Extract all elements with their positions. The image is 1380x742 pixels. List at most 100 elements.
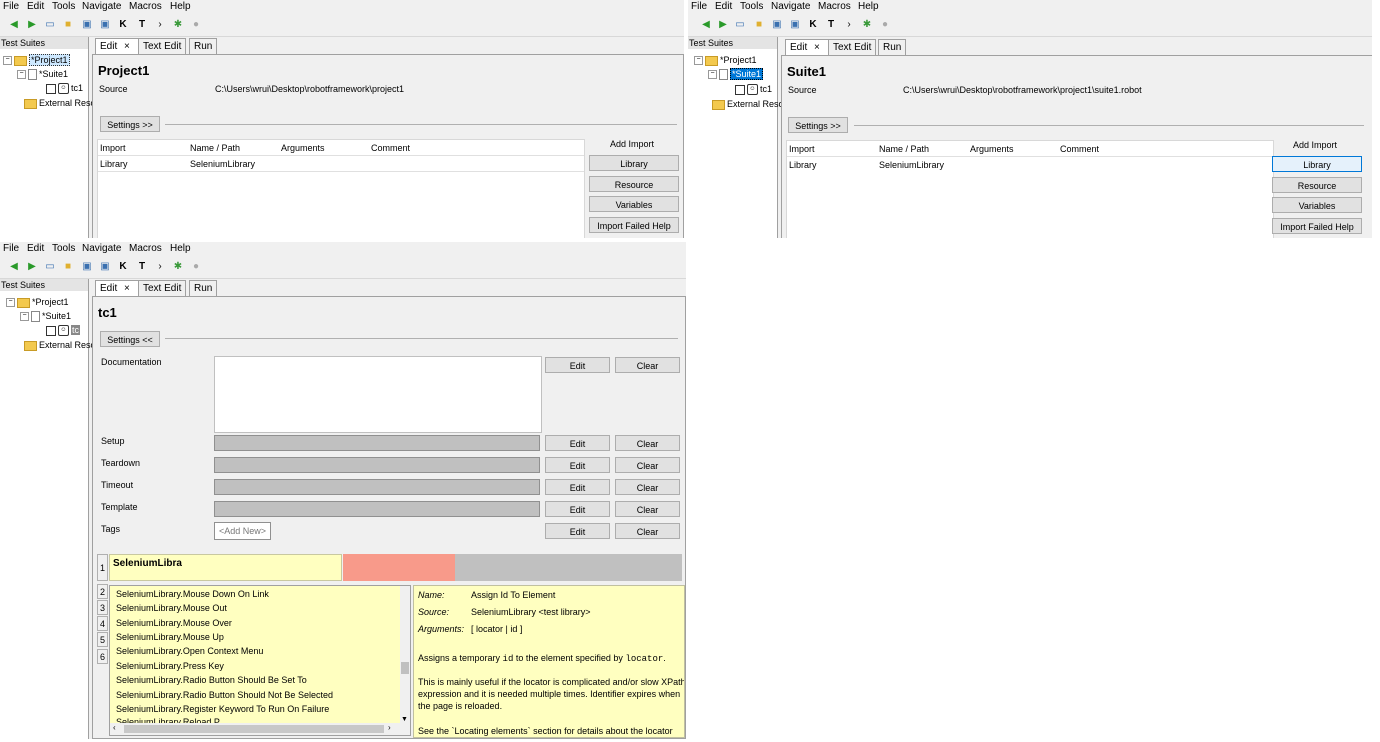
- menu-edit[interactable]: Edit: [715, 1, 732, 12]
- collapse-icon[interactable]: −: [17, 70, 26, 80]
- tab-text-edit[interactable]: Text Edit: [138, 280, 187, 296]
- step-keyword-cell[interactable]: SeleniumLibra: [109, 554, 342, 581]
- open-folder-icon[interactable]: ▭: [44, 261, 56, 273]
- back-arrow-icon[interactable]: ◀: [8, 261, 20, 273]
- menu-edit[interactable]: Edit: [27, 1, 44, 12]
- add-library-button[interactable]: Library: [589, 155, 679, 171]
- row-number[interactable]: 2: [97, 584, 108, 599]
- close-icon[interactable]: ×: [124, 41, 130, 52]
- back-arrow-icon[interactable]: ◀: [8, 19, 20, 31]
- close-icon[interactable]: ×: [124, 283, 130, 294]
- documentation-edit-button[interactable]: Edit: [545, 357, 610, 373]
- template-edit-button[interactable]: Edit: [545, 501, 610, 517]
- tab-edit[interactable]: Edit ×: [95, 280, 141, 297]
- close-icon[interactable]: ×: [814, 42, 820, 53]
- step-argument-cell-disabled[interactable]: [455, 554, 682, 581]
- forward-arrow-icon[interactable]: ▶: [717, 19, 729, 31]
- collapse-icon[interactable]: −: [708, 70, 717, 80]
- tree-node-external-resources[interactable]: External Reso: [24, 97, 96, 109]
- teardown-field[interactable]: [214, 457, 540, 473]
- menu-tools[interactable]: Tools: [52, 243, 75, 254]
- stop-icon[interactable]: ●: [879, 19, 891, 31]
- collapse-icon[interactable]: −: [3, 56, 12, 66]
- tab-run[interactable]: Run: [878, 39, 907, 55]
- folder-icon[interactable]: ■: [62, 19, 74, 31]
- autocomplete-item[interactable]: SeleniumLibrary.Radio Button Should Not …: [116, 690, 333, 700]
- teardown-edit-button[interactable]: Edit: [545, 457, 610, 473]
- import-type-cell[interactable]: Library: [789, 160, 817, 170]
- row-number[interactable]: 1: [97, 554, 108, 581]
- save-all-icon[interactable]: ▣: [99, 19, 111, 31]
- settings-icon[interactable]: ✱: [172, 261, 184, 273]
- menu-macros[interactable]: Macros: [129, 1, 162, 12]
- menu-macros[interactable]: Macros: [129, 243, 162, 254]
- import-type-cell[interactable]: Library: [100, 159, 128, 169]
- forward-arrow-icon[interactable]: ▶: [26, 19, 38, 31]
- test-checkbox[interactable]: [46, 83, 56, 94]
- menu-file[interactable]: File: [3, 1, 19, 12]
- import-name-cell[interactable]: SeleniumLibrary: [879, 160, 944, 170]
- settings-icon[interactable]: ✱: [172, 19, 184, 31]
- timeout-edit-button[interactable]: Edit: [545, 479, 610, 495]
- menu-help[interactable]: Help: [170, 243, 191, 254]
- row-number[interactable]: 3: [97, 600, 108, 615]
- template-clear-button[interactable]: Clear: [615, 501, 680, 517]
- tree-node-suite[interactable]: − *Suite1: [17, 68, 68, 81]
- settings-toggle-button[interactable]: Settings >>: [100, 116, 160, 132]
- row-number[interactable]: 4: [97, 616, 108, 631]
- save-all-icon[interactable]: ▣: [99, 261, 111, 273]
- collapse-icon[interactable]: −: [694, 56, 703, 66]
- tree-node-project[interactable]: − *Project1: [6, 296, 69, 308]
- settings-icon[interactable]: ✱: [861, 19, 873, 31]
- tab-edit[interactable]: Edit ×: [785, 39, 831, 56]
- timeout-clear-button[interactable]: Clear: [615, 479, 680, 495]
- run-icon[interactable]: ›: [843, 19, 855, 31]
- tree-node-external-resources[interactable]: External Reso: [24, 339, 96, 351]
- scroll-down-icon[interactable]: ▼: [401, 716, 408, 723]
- save-all-icon[interactable]: ▣: [789, 19, 801, 31]
- settings-toggle-button[interactable]: Settings >>: [788, 117, 848, 133]
- menu-file[interactable]: File: [691, 1, 707, 12]
- menu-navigate[interactable]: Navigate: [82, 1, 121, 12]
- import-name-cell[interactable]: SeleniumLibrary: [190, 159, 255, 169]
- autocomplete-item[interactable]: SeleniumLibrary.Mouse Out: [116, 603, 227, 613]
- setup-field[interactable]: [214, 435, 540, 451]
- import-failed-help-button[interactable]: Import Failed Help: [1272, 218, 1362, 234]
- autocomplete-item[interactable]: SeleniumLibrary.Press Key: [116, 661, 224, 671]
- autocomplete-list[interactable]: SeleniumLibrary.Mouse Down On Link Selen…: [109, 585, 411, 736]
- documentation-clear-button[interactable]: Clear: [615, 357, 680, 373]
- menu-navigate[interactable]: Navigate: [771, 1, 810, 12]
- keyword-icon[interactable]: K: [117, 19, 129, 31]
- row-number[interactable]: 5: [97, 632, 108, 647]
- add-new-tag-button[interactable]: <Add New>: [214, 522, 272, 540]
- teardown-clear-button[interactable]: Clear: [615, 457, 680, 473]
- tab-text-edit[interactable]: Text Edit: [828, 39, 877, 55]
- tags-clear-button[interactable]: Clear: [615, 523, 680, 539]
- tab-run[interactable]: Run: [189, 280, 218, 296]
- menu-tools[interactable]: Tools: [52, 1, 75, 12]
- add-variables-button[interactable]: Variables: [1272, 197, 1362, 213]
- open-folder-icon[interactable]: ▭: [44, 19, 56, 31]
- menu-tools[interactable]: Tools: [740, 1, 763, 12]
- cell-editor-text[interactable]: SeleniumLibra: [113, 558, 182, 569]
- add-resource-button[interactable]: Resource: [1272, 177, 1362, 193]
- tree-node-project[interactable]: − *Project1: [694, 54, 757, 66]
- test-icon[interactable]: T: [825, 19, 837, 31]
- import-table[interactable]: Import Name / Path Arguments Comment Lib…: [97, 139, 585, 238]
- autocomplete-item[interactable]: SeleniumLibrary.Register Keyword To Run …: [116, 704, 329, 714]
- stop-icon[interactable]: ●: [190, 261, 202, 273]
- run-icon[interactable]: ›: [154, 261, 166, 273]
- tab-edit[interactable]: Edit ×: [95, 38, 141, 55]
- add-variables-button[interactable]: Variables: [589, 196, 679, 212]
- forward-arrow-icon[interactable]: ▶: [26, 261, 38, 273]
- save-icon[interactable]: ▣: [81, 19, 93, 31]
- collapse-icon[interactable]: −: [20, 312, 29, 322]
- back-arrow-icon[interactable]: ◀: [700, 19, 712, 31]
- collapse-icon[interactable]: −: [6, 298, 15, 308]
- test-icon[interactable]: T: [136, 19, 148, 31]
- add-resource-button[interactable]: Resource: [589, 176, 679, 192]
- row-number[interactable]: 6: [97, 649, 108, 664]
- folder-icon[interactable]: ■: [62, 261, 74, 273]
- settings-toggle-button[interactable]: Settings <<: [100, 331, 160, 347]
- menu-help[interactable]: Help: [170, 1, 191, 12]
